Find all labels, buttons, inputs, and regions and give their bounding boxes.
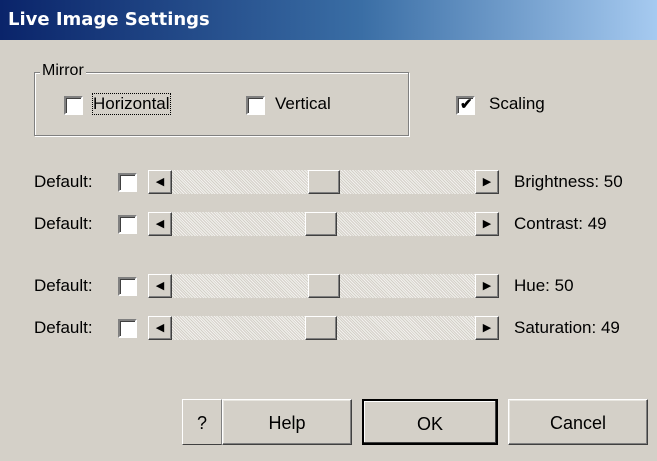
scroll-left-arrow-icon[interactable]: ◀ — [148, 274, 172, 298]
contrast-value-label: Contrast: 49 — [514, 214, 607, 233]
scaling-label[interactable]: Scaling — [489, 94, 545, 114]
contrast-slider-thumb[interactable] — [305, 212, 337, 236]
title-bar[interactable]: Live Image Settings — [0, 0, 657, 40]
brightness-slider-thumb[interactable] — [308, 170, 340, 194]
scroll-right-arrow-icon[interactable]: ▶ — [475, 274, 499, 298]
mirror-horizontal-checkbox[interactable] — [64, 96, 83, 115]
scroll-right-arrow-icon[interactable]: ▶ — [475, 212, 499, 236]
scroll-left-arrow-icon[interactable]: ◀ — [148, 212, 172, 236]
help-question-icon[interactable]: ? — [182, 399, 222, 445]
saturation-value-label: Saturation: 49 — [514, 318, 620, 337]
saturation-default-label: Default: — [34, 318, 93, 337]
scroll-right-arrow-icon[interactable]: ▶ — [475, 170, 499, 194]
brightness-slider[interactable]: ◀ ▶ — [148, 170, 499, 194]
scroll-right-arrow-icon[interactable]: ▶ — [475, 316, 499, 340]
hue-slider[interactable]: ◀ ▶ — [148, 274, 499, 298]
saturation-default-checkbox[interactable] — [118, 319, 137, 338]
contrast-default-label: Default: — [34, 214, 93, 233]
hue-default-label: Default: — [34, 276, 93, 295]
scaling-checkbox[interactable]: ✔ — [456, 96, 475, 115]
saturation-slider[interactable]: ◀ ▶ — [148, 316, 499, 340]
scroll-left-arrow-icon[interactable]: ◀ — [148, 170, 172, 194]
hue-default-checkbox[interactable] — [118, 277, 137, 296]
help-button[interactable]: Help — [222, 399, 352, 445]
mirror-group-label: Mirror — [40, 62, 86, 80]
contrast-slider[interactable]: ◀ ▶ — [148, 212, 499, 236]
contrast-default-checkbox[interactable] — [118, 215, 137, 234]
mirror-vertical-label[interactable]: Vertical — [275, 94, 331, 114]
ok-button[interactable]: OK — [362, 399, 498, 445]
brightness-value-label: Brightness: 50 — [514, 172, 623, 191]
hue-value-label: Hue: 50 — [514, 276, 574, 295]
cancel-button[interactable]: Cancel — [508, 399, 648, 445]
mirror-vertical-checkbox[interactable] — [246, 96, 265, 115]
brightness-default-label: Default: — [34, 172, 93, 191]
checkmark-icon: ✔ — [460, 96, 473, 113]
scroll-left-arrow-icon[interactable]: ◀ — [148, 316, 172, 340]
mirror-groupbox — [34, 72, 409, 136]
saturation-slider-thumb[interactable] — [305, 316, 337, 340]
brightness-default-checkbox[interactable] — [118, 173, 137, 192]
mirror-horizontal-label[interactable]: Horizontal — [92, 93, 171, 115]
window-title: Live Image Settings — [8, 9, 210, 30]
hue-slider-thumb[interactable] — [308, 274, 340, 298]
